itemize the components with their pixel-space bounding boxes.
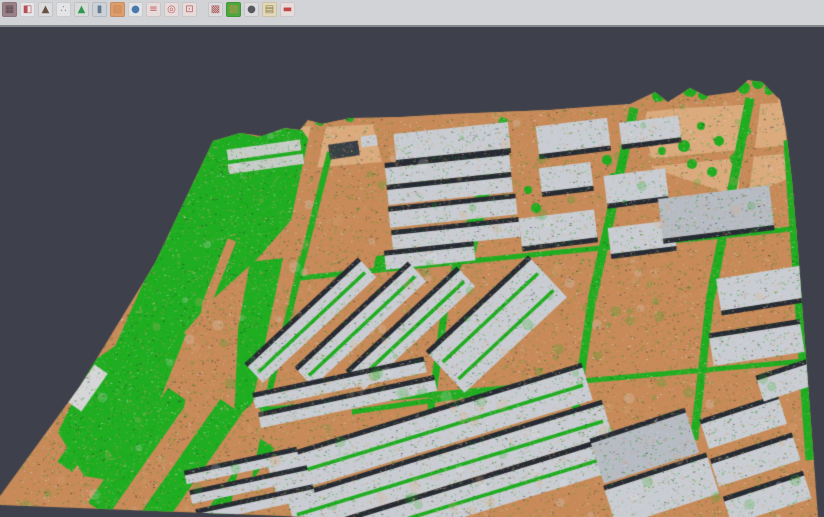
sphere-view-icon[interactable]: ● xyxy=(128,2,143,17)
flagged-tile-icon[interactable]: ▬ xyxy=(280,2,295,17)
hillshade-icon[interactable]: ▲ xyxy=(38,2,53,17)
layer-stack-icon[interactable]: ≡ xyxy=(146,2,161,17)
anaglyph-view-icon[interactable]: ◧ xyxy=(20,2,35,17)
circle-selection-icon[interactable]: ◎ xyxy=(164,2,179,17)
measurement-icon[interactable]: ▤ xyxy=(262,2,277,17)
toolbar: ▦◧▲∴▲▮▨●≡◎⊡▩▧●▤▬ xyxy=(0,0,824,27)
mosaic-dataset-icon[interactable]: ▦ xyxy=(2,2,17,17)
point-cloud-icon[interactable]: ∴ xyxy=(56,2,71,17)
rectangle-selection-icon[interactable]: ⊡ xyxy=(182,2,197,17)
classification-map-icon[interactable]: ▧ xyxy=(226,2,241,17)
orthophoto-icon[interactable]: ▨ xyxy=(110,2,125,17)
grid-selection-icon[interactable]: ▩ xyxy=(208,2,223,17)
shaded-sphere-icon[interactable]: ● xyxy=(244,2,259,17)
terrain-model-icon[interactable]: ▲ xyxy=(74,2,89,17)
cross-section-icon[interactable]: ▮ xyxy=(92,2,107,17)
viewport-3d-canvas[interactable] xyxy=(0,0,824,517)
